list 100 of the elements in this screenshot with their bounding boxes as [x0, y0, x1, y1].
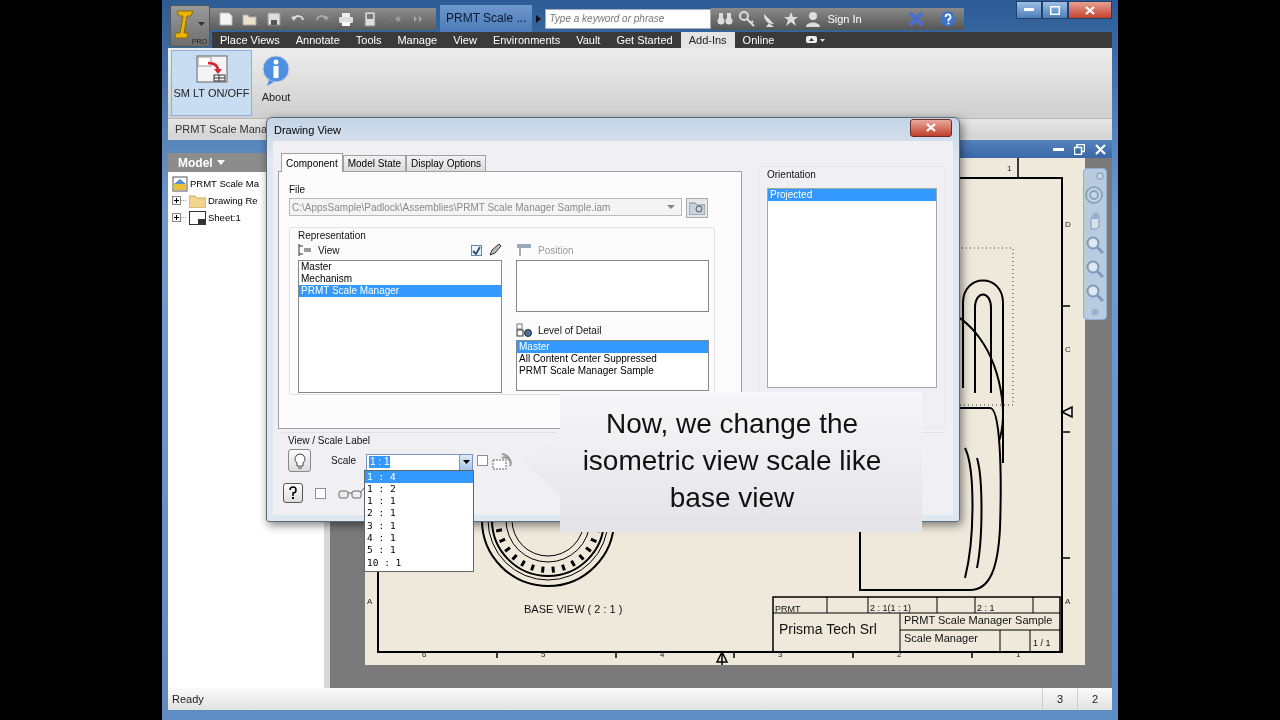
zone-label: 1	[1016, 650, 1021, 659]
title-block-text: Scale Manager	[904, 632, 978, 644]
user-icon[interactable]	[805, 10, 822, 27]
bulb-icon	[293, 452, 306, 469]
ribbon-button[interactable]: About	[258, 50, 294, 116]
logo-icon	[174, 9, 196, 39]
label-button[interactable]	[288, 449, 311, 472]
search-field[interactable]: Type a keyword or phrase	[545, 8, 712, 29]
tree-item[interactable]: Drawing Re	[208, 195, 258, 206]
ribbon-tab[interactable]: Environments	[484, 32, 569, 48]
document-title: PRMT Scale ...	[440, 5, 533, 32]
maximize-button[interactable]	[1042, 1, 1068, 19]
dialog-tab[interactable]: Component	[281, 153, 343, 172]
minimize-button[interactable]	[1016, 1, 1042, 19]
group-label: Orientation	[767, 169, 817, 181]
field-label: File	[289, 184, 307, 197]
sign-in-link[interactable]: Sign In	[827, 12, 862, 25]
dropdown-option[interactable]: 10 : 1	[365, 556, 473, 569]
minimize-icon[interactable]	[1053, 147, 1064, 151]
dropdown-option[interactable]: 3 : 1	[365, 519, 473, 532]
binoculars-icon[interactable]	[717, 10, 734, 27]
ribbon-tab[interactable]: Get Started	[608, 32, 681, 48]
title-block-text: PRMT	[775, 604, 801, 614]
zone-label: D	[1065, 220, 1071, 229]
dropdown-option[interactable]: 1 : 2	[365, 482, 473, 496]
caret-icon	[198, 22, 205, 26]
title-block-text: Prisma Tech Srl	[779, 621, 877, 637]
folder-icon	[189, 193, 206, 208]
ribbon-button[interactable]: SM LT ON/OFF	[171, 50, 252, 116]
browse-button[interactable]	[686, 198, 708, 218]
title-block-text: PRMT Scale Manager Sample	[904, 614, 1053, 626]
status-cell: 2	[1077, 689, 1112, 709]
close-icon	[1085, 5, 1095, 15]
label-visibility-icon	[492, 451, 512, 470]
ribbon-tab[interactable]: View	[445, 32, 485, 48]
dropdown-option[interactable]: 2 : 1	[365, 507, 473, 520]
tree-item[interactable]: PRMT Scale Ma	[190, 178, 259, 189]
expander-icon[interactable]	[172, 213, 187, 222]
zoom-icon[interactable]	[1086, 236, 1104, 254]
zone-label: 1	[1007, 164, 1012, 173]
field-label: Scale	[331, 455, 356, 466]
restore-icon[interactable]	[1074, 143, 1085, 155]
ribbon-tab[interactable]: Annotate	[287, 32, 348, 48]
dropdown-option[interactable]: 4 : 1	[365, 532, 473, 545]
dropdown-option[interactable]: 1 : 1	[365, 495, 473, 508]
dialog-tab[interactable]: Display Options	[406, 155, 487, 171]
browser-title: Model	[178, 155, 213, 170]
new-file-icon[interactable]	[218, 10, 234, 27]
save-icon[interactable]	[266, 10, 282, 27]
list-item[interactable]: Mechanism	[299, 273, 501, 285]
scale-icon	[195, 55, 228, 83]
list-item[interactable]: Master	[299, 261, 501, 273]
list-item[interactable]: All Content Center Suppressed	[517, 353, 708, 365]
print-icon[interactable]	[338, 10, 354, 27]
ribbon-tab[interactable]: Vault	[568, 32, 609, 48]
ribbon-tab[interactable]: Online	[734, 32, 783, 48]
expander-icon[interactable]	[172, 196, 187, 205]
ribbon-panel-title: PRMT Scale Mana	[175, 123, 268, 135]
ribbon-tab[interactable]: Tools	[347, 32, 390, 48]
sheet-icon[interactable]	[362, 10, 378, 27]
ribbon-tab[interactable]: Add-Ins	[680, 32, 735, 48]
zone-label: 2	[897, 650, 902, 659]
zone-label: 3	[778, 650, 783, 659]
info-icon	[261, 55, 291, 87]
star-icon[interactable]	[783, 10, 800, 27]
minimize-icon	[1024, 8, 1034, 12]
dropdown-arrow-icon	[667, 205, 675, 209]
zone-label: 6	[422, 650, 427, 659]
list-label: Position	[538, 244, 574, 256]
close-button[interactable]	[1068, 1, 1112, 19]
close-button[interactable]	[910, 118, 952, 137]
zone-label: A	[367, 597, 373, 606]
folder-search-icon	[689, 201, 705, 215]
help-icon[interactable]	[939, 10, 956, 27]
dropdown-option[interactable]: 5 : 1	[365, 544, 473, 557]
help-button[interactable]	[283, 483, 303, 503]
tree-item[interactable]: Sheet:1	[208, 212, 241, 223]
checkbox[interactable]	[315, 487, 326, 499]
ribbon-tab[interactable]: Manage	[389, 32, 446, 48]
caret-icon	[216, 160, 225, 165]
ribbon-tab[interactable]: Place Views	[212, 32, 288, 48]
dialog-tab[interactable]: Model State	[342, 155, 407, 171]
pencil-icon[interactable]	[488, 243, 502, 257]
list-item[interactable]: PRMT Scale Manager Sample	[517, 365, 708, 377]
camera-icon[interactable]	[806, 36, 827, 44]
zone-label: C	[1065, 345, 1071, 354]
check-icon	[472, 245, 481, 255]
group-label: View / Scale Label	[288, 435, 372, 447]
zoom-window-icon[interactable]	[1086, 260, 1104, 278]
view-rep-icon	[298, 243, 312, 257]
list-label: Level of Detail	[538, 324, 602, 336]
zone-label: A	[1065, 597, 1071, 606]
checkbox[interactable]	[471, 244, 482, 256]
zoom-all-icon[interactable]	[1086, 284, 1104, 302]
close-icon[interactable]	[1095, 143, 1106, 155]
key-icon[interactable]	[739, 10, 756, 27]
checkbox[interactable]	[477, 455, 488, 466]
status-cell: 3	[1042, 689, 1077, 709]
group-label: Representation	[298, 230, 367, 242]
position-icon	[516, 243, 532, 257]
